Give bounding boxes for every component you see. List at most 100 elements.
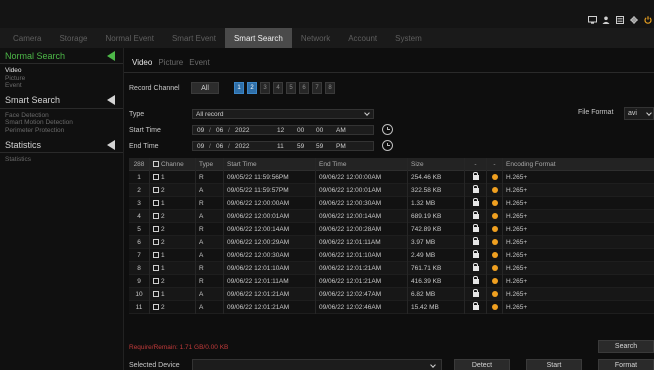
channel-6-toggle[interactable]: 6 [299, 82, 309, 94]
sidebar-item-statistics[interactable]: Statistics [5, 156, 123, 164]
row-play[interactable] [487, 196, 503, 210]
grid-icon[interactable] [614, 14, 626, 26]
nav-tab-smart-search[interactable]: Smart Search [224, 28, 292, 48]
checkbox-icon[interactable] [153, 238, 159, 245]
sidebar-item-picture[interactable]: Picture [5, 75, 123, 83]
play-dot-icon[interactable] [491, 251, 498, 258]
row-channel[interactable]: 2 [150, 209, 196, 223]
selected-device-select[interactable] [192, 359, 442, 370]
play-dot-icon[interactable] [491, 264, 498, 271]
checkbox-icon[interactable] [153, 199, 159, 206]
clock-icon[interactable] [382, 124, 393, 135]
lock-icon[interactable] [472, 301, 479, 310]
row-channel[interactable]: 1 [150, 196, 196, 210]
checkbox-icon[interactable] [153, 186, 159, 193]
row-lock[interactable] [465, 209, 487, 223]
start-month[interactable]: 09 [197, 127, 204, 134]
checkbox-icon[interactable] [153, 290, 159, 297]
lock-icon[interactable] [472, 262, 479, 271]
lock-icon[interactable] [472, 197, 479, 206]
subtab-picture[interactable]: Picture [158, 58, 183, 67]
table-row[interactable]: 8 1 R 09/06/22 12:01:10AM 09/06/22 12:01:21A… [129, 261, 654, 275]
row-lock[interactable] [465, 222, 487, 236]
lock-icon[interactable] [472, 236, 479, 245]
table-row[interactable]: 7 1 A 09/06/22 12:00:30AM 09/06/22 12:01:10A… [129, 248, 654, 262]
end-minute[interactable]: 59 [297, 143, 304, 150]
checkbox-icon[interactable] [153, 264, 159, 271]
end-hour[interactable]: 11 [277, 143, 284, 150]
gear-icon[interactable] [628, 14, 640, 26]
lock-icon[interactable] [472, 171, 479, 180]
play-dot-icon[interactable] [491, 277, 498, 284]
clock-icon[interactable] [382, 140, 393, 151]
row-channel[interactable]: 2 [150, 274, 196, 288]
table-row[interactable]: 2 2 A 09/05/22 11:59:57PM 09/06/22 12:00:01A… [129, 183, 654, 197]
start-day[interactable]: 06 [216, 127, 223, 134]
play-dot-icon[interactable] [491, 173, 498, 180]
table-row[interactable]: 5 2 R 09/06/22 12:00:14AM 09/06/22 12:00:28A… [129, 222, 654, 236]
row-channel[interactable]: 2 [150, 183, 196, 197]
type-select[interactable]: All record [192, 109, 374, 119]
row-channel[interactable]: 1 [150, 248, 196, 262]
checkbox-icon[interactable] [153, 212, 159, 219]
nav-tab-smart-event[interactable]: Smart Event [163, 28, 225, 48]
channel-3-toggle[interactable]: 3 [260, 82, 270, 94]
power-icon[interactable] [642, 14, 654, 26]
file-format-select[interactable]: avi [624, 107, 654, 120]
row-channel[interactable]: 1 [150, 261, 196, 275]
channel-8-toggle[interactable]: 8 [325, 82, 335, 94]
row-lock[interactable] [465, 183, 487, 197]
monitor-icon[interactable] [586, 14, 598, 26]
table-row[interactable]: 10 1 A 09/06/22 12:01:21AM 09/06/22 12:02:47… [129, 287, 654, 301]
row-channel[interactable]: 1 [150, 287, 196, 301]
row-play[interactable] [487, 261, 503, 275]
row-channel[interactable]: 2 [150, 235, 196, 249]
channel-1-toggle[interactable]: 1 [234, 82, 244, 94]
checkbox-icon[interactable] [153, 225, 159, 232]
lock-icon[interactable] [472, 249, 479, 258]
checkbox-icon[interactable] [153, 277, 159, 284]
user-icon[interactable] [600, 14, 612, 26]
end-time-input[interactable]: 09 / 06 / 2022 11 59 59 PM [192, 141, 374, 151]
sidebar-item-perimeter-protection[interactable]: Perimeter Protection [5, 127, 123, 135]
row-play[interactable] [487, 209, 503, 223]
sidebar-item-face-detection[interactable]: Face Detection [5, 112, 123, 120]
row-lock[interactable] [465, 287, 487, 301]
row-lock[interactable] [465, 235, 487, 249]
table-row[interactable]: 9 2 R 09/06/22 12:01:11AM 09/06/22 12:01:21A… [129, 274, 654, 288]
collapse-triangle-icon[interactable] [107, 95, 115, 105]
channel-4-toggle[interactable]: 4 [273, 82, 283, 94]
row-play[interactable] [487, 274, 503, 288]
lock-icon[interactable] [472, 184, 479, 193]
channel-5-toggle[interactable]: 5 [286, 82, 296, 94]
checkbox-icon[interactable] [153, 173, 159, 180]
checkbox-icon[interactable] [153, 251, 159, 258]
row-play[interactable] [487, 170, 503, 184]
start-second[interactable]: 00 [316, 127, 323, 134]
sidebar-section-smart-search[interactable]: Smart Search [0, 93, 123, 109]
table-row[interactable]: 3 1 R 09/06/22 12:00:00AM 09/06/22 12:00:30A… [129, 196, 654, 210]
row-play[interactable] [487, 222, 503, 236]
row-play[interactable] [487, 287, 503, 301]
row-channel[interactable]: 2 [150, 222, 196, 236]
collapse-triangle-icon[interactable] [107, 50, 115, 61]
row-lock[interactable] [465, 196, 487, 210]
checkbox-icon[interactable] [153, 160, 159, 167]
sidebar-item-smart-motion-detection[interactable]: Smart Motion Detection [5, 119, 123, 127]
row-lock[interactable] [465, 300, 487, 314]
play-dot-icon[interactable] [491, 290, 498, 297]
row-channel[interactable]: 1 [150, 170, 196, 184]
play-dot-icon[interactable] [491, 212, 498, 219]
end-second[interactable]: 59 [316, 143, 323, 150]
row-play[interactable] [487, 235, 503, 249]
search-button[interactable]: Search [598, 340, 654, 353]
format-button[interactable]: Format [598, 359, 654, 370]
lock-icon[interactable] [472, 210, 479, 219]
nav-tab-storage[interactable]: Storage [50, 28, 96, 48]
start-minute[interactable]: 00 [297, 127, 304, 134]
start-button[interactable]: Start [526, 359, 582, 370]
row-lock[interactable] [465, 170, 487, 184]
table-row[interactable]: 1 1 R 09/05/22 11:59:56PM 09/06/22 12:00:00A… [129, 170, 654, 184]
end-year[interactable]: 2022 [235, 143, 249, 150]
end-ampm[interactable]: PM [336, 143, 346, 150]
